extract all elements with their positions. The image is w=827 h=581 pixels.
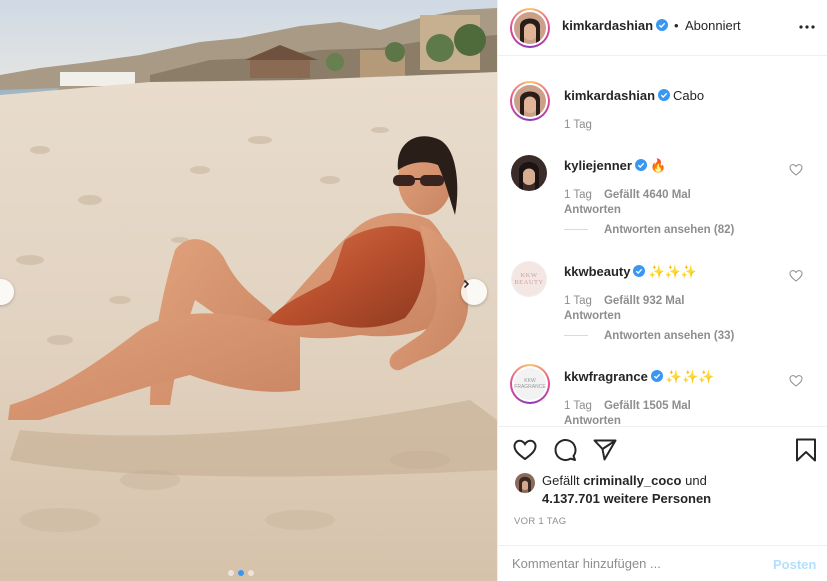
comment-time: 1 Tag xyxy=(564,189,592,201)
caption-username[interactable]: kimkardashian xyxy=(564,88,655,103)
comment-meta: 1 Tag Gefällt 4640 Mal xyxy=(564,189,691,201)
liker-username[interactable]: criminally_coco xyxy=(583,473,681,488)
verified-badge-icon xyxy=(634,159,647,171)
verified-badge-icon xyxy=(658,89,671,101)
author-avatar[interactable] xyxy=(510,8,550,48)
comment-button[interactable] xyxy=(552,437,578,463)
comment-time: 1 Tag xyxy=(564,400,592,412)
verified-badge-icon xyxy=(633,265,646,277)
share-button[interactable] xyxy=(592,437,618,463)
caption-avatar[interactable] xyxy=(510,81,550,121)
like-comment-heart-icon[interactable] xyxy=(789,163,803,177)
more-horizontal-icon xyxy=(799,25,815,29)
comment-bubble-icon xyxy=(554,439,577,461)
comment-line: kyliejenner 🔥 xyxy=(564,158,666,174)
comment-username[interactable]: kyliejenner xyxy=(564,158,632,173)
comment-avatar[interactable] xyxy=(511,155,547,191)
carousel-dot xyxy=(228,570,234,576)
profile-photo-icon xyxy=(511,155,547,191)
author-username[interactable]: kimkardashian xyxy=(562,18,669,33)
paper-plane-icon xyxy=(593,439,617,461)
heart-icon xyxy=(513,439,537,461)
comment-username[interactable]: kkwbeauty xyxy=(564,264,630,279)
verified-badge-icon xyxy=(656,19,669,31)
profile-photo-icon xyxy=(515,473,535,493)
likes-suffix[interactable]: weitere Personen xyxy=(603,491,711,506)
likes-connector: und xyxy=(685,473,707,488)
comment-likes[interactable]: Gefällt 4640 Mal xyxy=(604,189,691,201)
post-actions: Gefällt criminally_coco und 4.137.701 we… xyxy=(498,426,827,581)
liker-avatar[interactable] xyxy=(515,473,535,493)
chevron-right-icon xyxy=(463,279,470,289)
carousel-dot xyxy=(248,570,254,576)
brand-logo-text: KKW FRAGRANCE xyxy=(514,378,546,390)
reply-button[interactable]: Antworten xyxy=(564,204,621,216)
more-options-button[interactable] xyxy=(798,18,816,41)
comment-text: ✨✨✨ xyxy=(665,369,715,384)
caption-line: kimkardashian Cabo xyxy=(564,88,704,103)
carousel-dot-active xyxy=(238,570,244,576)
comment-text: ✨✨✨ xyxy=(648,264,698,279)
caption-time: 1 Tag xyxy=(564,119,592,131)
post-photo[interactable] xyxy=(0,0,497,581)
post-header: kimkardashian • Abonniert xyxy=(498,0,827,56)
next-slide-button[interactable] xyxy=(461,279,487,305)
like-comment-heart-icon[interactable] xyxy=(789,374,803,388)
comment-username[interactable]: kkwfragrance xyxy=(564,369,648,384)
author-username-text: kimkardashian xyxy=(562,18,654,33)
comment-line: kkwbeauty ✨✨✨ xyxy=(564,264,697,280)
comment-time: 1 Tag xyxy=(564,295,592,307)
post-date[interactable]: VOR 1 TAG xyxy=(514,516,567,527)
add-comment-bar: Posten xyxy=(498,545,827,581)
comment-avatar[interactable]: KKW BEAUTY xyxy=(511,261,547,297)
caption-text: Cabo xyxy=(673,88,705,103)
likes-prefix: Gefällt xyxy=(542,473,580,488)
reply-button[interactable]: Antworten xyxy=(564,310,621,322)
reply-button[interactable]: Antworten xyxy=(564,415,621,426)
bookmark-icon xyxy=(796,438,816,462)
profile-photo-icon xyxy=(514,85,546,117)
post-sidebar: kimkardashian • Abonniert kimkardashian … xyxy=(497,0,827,581)
comments-list[interactable]: kimkardashian Cabo 1 Tag kyliejenner 🔥 1… xyxy=(498,57,827,426)
beach-photo-illustration xyxy=(0,0,497,581)
comment-line: kkwfragrance ✨✨✨ xyxy=(564,369,714,385)
post-comment-button[interactable]: Posten xyxy=(773,557,816,572)
comment-meta: 1 Tag Gefällt 1505 Mal xyxy=(564,400,691,412)
comment-input[interactable] xyxy=(512,556,762,571)
view-replies-button[interactable]: Antworten ansehen (82) xyxy=(564,224,734,236)
likes-summary[interactable]: Gefällt criminally_coco und 4.137.701 we… xyxy=(542,472,711,508)
comment-likes[interactable]: Gefällt 932 Mal xyxy=(604,295,685,307)
profile-photo-icon xyxy=(514,12,546,44)
header-separator: • xyxy=(674,18,679,33)
like-button[interactable] xyxy=(512,437,538,463)
instagram-post: kimkardashian • Abonniert kimkardashian … xyxy=(0,0,827,581)
brand-logo-text: KKW BEAUTY xyxy=(514,272,544,286)
like-comment-heart-icon[interactable] xyxy=(789,269,803,283)
verified-badge-icon xyxy=(650,370,663,382)
comment-meta: 1 Tag Gefällt 932 Mal xyxy=(564,295,684,307)
carousel-indicator xyxy=(228,570,254,576)
comment-avatar[interactable]: KKW FRAGRANCE xyxy=(510,364,550,404)
follow-status-button[interactable]: Abonniert xyxy=(685,18,741,33)
comment-likes[interactable]: Gefällt 1505 Mal xyxy=(604,400,691,412)
view-replies-button[interactable]: Antworten ansehen (33) xyxy=(564,330,734,342)
save-button[interactable] xyxy=(793,437,819,463)
likes-count[interactable]: 4.137.701 xyxy=(542,491,600,506)
comment-text: 🔥 xyxy=(649,158,667,173)
